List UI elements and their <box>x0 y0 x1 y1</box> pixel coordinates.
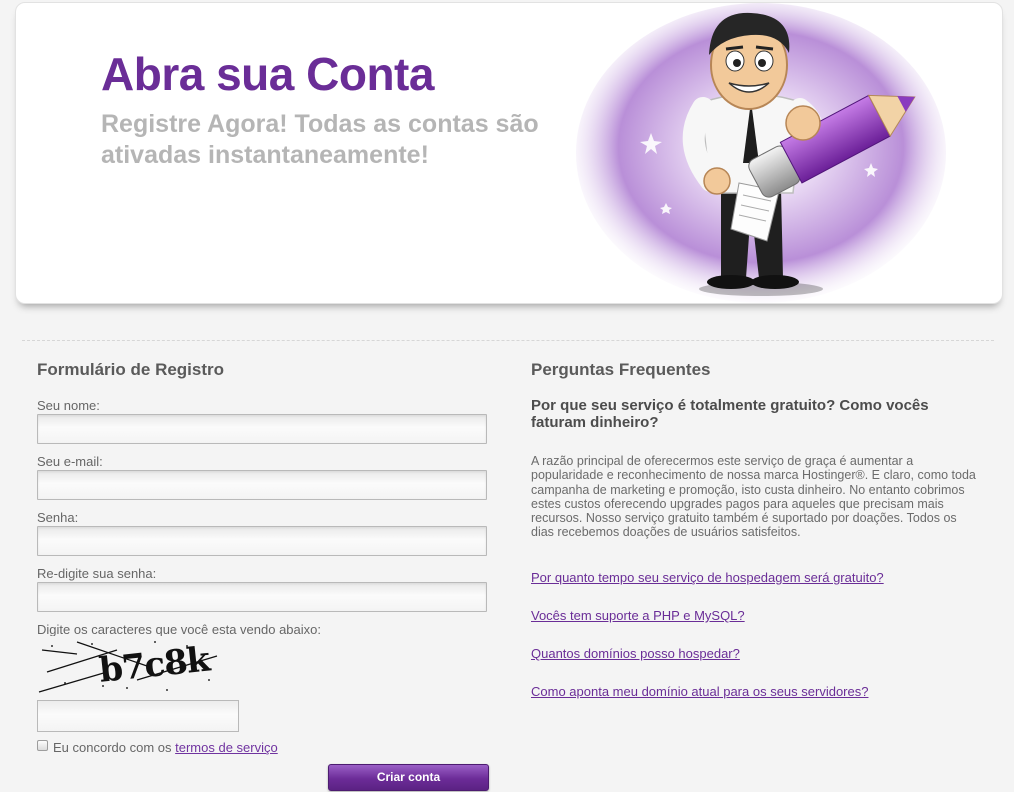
agree-prefix: Eu concordo com os <box>53 740 172 755</box>
create-account-button[interactable]: Criar conta <box>328 764 489 791</box>
faq-link-domains[interactable]: Quantos domínios posso hospedar? <box>531 646 740 661</box>
mascot-with-pencil-icon <box>576 3 946 303</box>
form-title: Formulário de Registro <box>37 360 225 379</box>
terms-link[interactable]: termos de serviço <box>175 740 278 755</box>
name-label: Seu nome: <box>37 398 100 413</box>
faq-link-php-mysql[interactable]: Vocês tem suporte a PHP e MySQL? <box>531 608 745 623</box>
password-label: Senha: <box>37 510 79 525</box>
faq-link-point-domain[interactable]: Como aponta meu domínio atual para os se… <box>531 684 868 699</box>
page-title: Abra sua Conta <box>101 48 434 100</box>
section-divider <box>22 340 994 341</box>
confirm-password-label: Re-digite sua senha: <box>37 566 157 581</box>
email-input[interactable] <box>37 470 487 500</box>
confirm-password-input[interactable] <box>37 582 487 612</box>
faq-title: Perguntas Frequentes <box>531 360 711 379</box>
hero-banner: Abra sua Conta Registre Agora! Todas as … <box>15 2 1003 304</box>
password-input[interactable] <box>37 526 487 556</box>
faq-link-free-duration[interactable]: Por quanto tempo seu serviço de hospedag… <box>531 570 884 585</box>
name-input[interactable] <box>37 414 487 444</box>
captcha-label: Digite os caracteres que você esta vendo… <box>37 622 322 637</box>
hero-subtitle: Registre Agora! Todas as contas são ativ… <box>101 110 539 169</box>
captcha-input[interactable] <box>37 700 239 732</box>
agree-text: Eu concordo com os termos de serviço <box>53 740 278 755</box>
email-label: Seu e-mail: <box>37 454 103 469</box>
captcha-image: b7c8k <box>37 636 229 696</box>
agree-checkbox[interactable] <box>37 740 48 751</box>
faq-question: Por que seu serviço é totalmente gratuit… <box>531 397 929 431</box>
faq-answer: A razão principal de oferecermos este se… <box>531 454 976 540</box>
